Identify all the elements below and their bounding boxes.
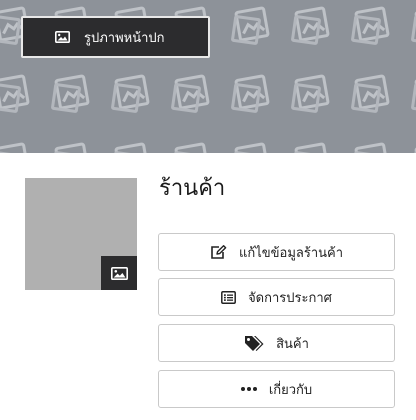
manage-listings-button[interactable]: จัดการประกาศ — [158, 278, 395, 316]
list-icon — [221, 290, 237, 304]
products-label: สินค้า — [276, 336, 309, 352]
edit-store-info-button[interactable]: แก้ไขข้อมูลร้านค้า — [158, 233, 395, 271]
cover-photo-button[interactable]: รูปภาพหน้าปก — [21, 16, 210, 58]
edit-store-info-label: แก้ไขข้อมูลร้านค้า — [238, 245, 344, 261]
cover-photo-label: รูปภาพหน้าปก — [84, 30, 165, 46]
store-name: ร้านค้า — [159, 176, 226, 201]
image-icon — [110, 266, 128, 280]
products-button[interactable]: สินค้า — [158, 324, 395, 362]
store-avatar — [25, 178, 137, 290]
about-button[interactable]: เกี่ยวกับ — [158, 370, 395, 408]
image-icon — [55, 31, 70, 43]
tags-icon — [244, 335, 264, 352]
avatar-edit-button[interactable] — [101, 256, 137, 290]
manage-listings-label: จัดการประกาศ — [248, 290, 332, 306]
cover-photo: รูปภาพหน้าปก — [0, 0, 416, 153]
ellipsis-icon — [240, 387, 257, 391]
edit-icon — [210, 244, 227, 260]
about-label: เกี่ยวกับ — [268, 382, 313, 398]
